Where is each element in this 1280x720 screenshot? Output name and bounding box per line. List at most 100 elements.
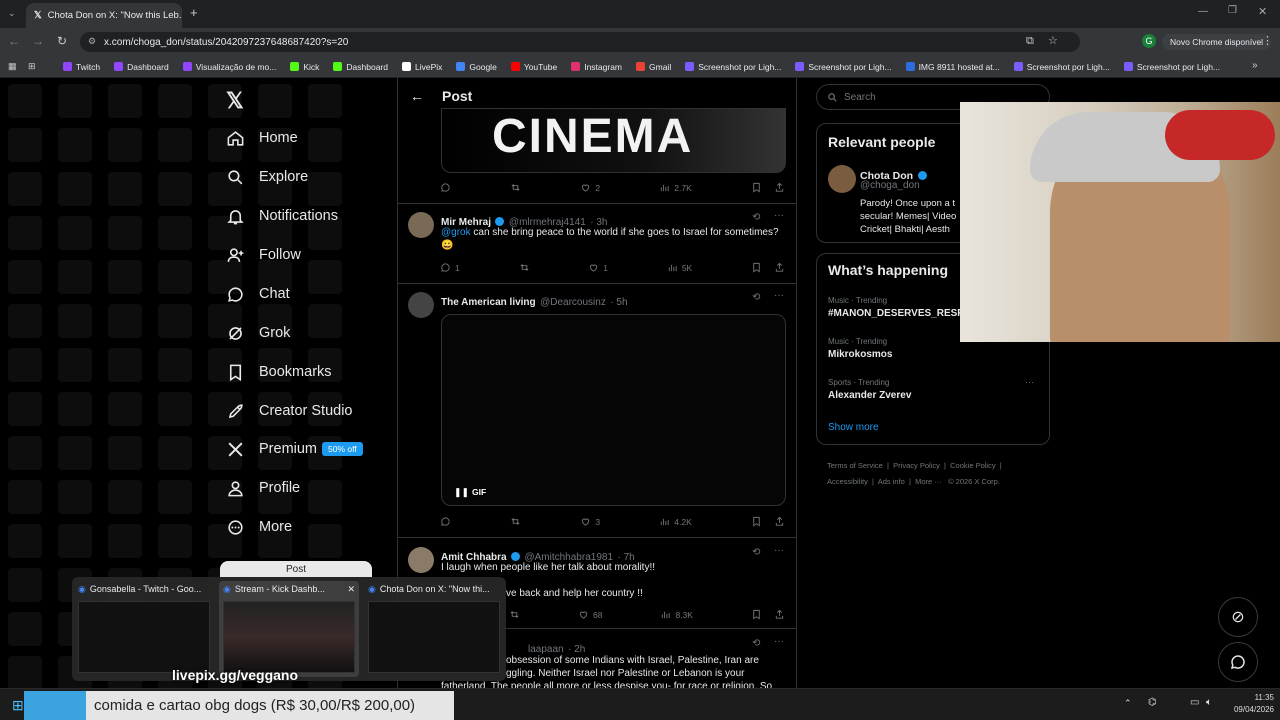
bookmark-item[interactable]: Gmail xyxy=(629,62,678,72)
avatar[interactable] xyxy=(408,547,434,573)
nav-item-more[interactable]: More xyxy=(226,515,292,539)
author-name[interactable]: The American living xyxy=(441,297,536,308)
back-icon[interactable]: ← xyxy=(8,34,20,48)
active-tab[interactable]: 𝕏 Chota Don on X: "Now this Leb... ✕ xyxy=(26,3,182,28)
apps-icon[interactable]: ▦ xyxy=(8,61,17,72)
bookmark-item[interactable]: Screenshot por Ligh... xyxy=(788,62,898,72)
more-bookmarks-icon[interactable]: » xyxy=(1252,60,1258,71)
trend-item[interactable]: Music · Trending #MANON_DESERVES_RESP xyxy=(828,296,964,319)
grok-icon[interactable]: ⟲ xyxy=(752,212,760,223)
nav-item-notifications[interactable]: Notifications xyxy=(226,204,338,228)
media-image[interactable]: CINEMA xyxy=(441,108,786,173)
avatar[interactable] xyxy=(828,165,856,193)
back-arrow-icon[interactable]: ← xyxy=(410,88,424,104)
more-options-icon[interactable]: ··· xyxy=(774,545,784,556)
repost-button[interactable] xyxy=(510,182,521,193)
trend-item[interactable]: Sports · Trending Alexander Zverev xyxy=(828,378,911,401)
gif-media[interactable]: ❚❚ GIF xyxy=(441,314,786,506)
nav-item-follow[interactable]: Follow xyxy=(226,243,301,267)
footer-link[interactable]: Ads info xyxy=(878,477,905,486)
footer-link[interactable]: Accessibility xyxy=(827,477,868,486)
messages-fab[interactable] xyxy=(1218,642,1258,682)
reload-icon[interactable]: ↻ xyxy=(57,34,67,48)
more-options-icon[interactable]: ··· xyxy=(774,210,784,221)
repost-button[interactable] xyxy=(509,609,520,620)
site-info-icon[interactable]: ⚙ xyxy=(88,36,96,47)
nav-item-creator-studio[interactable]: Creator Studio xyxy=(226,399,353,423)
views-button[interactable]: 2.7K xyxy=(659,182,692,193)
person-handle[interactable]: @choga_don xyxy=(860,180,920,191)
nav-item-explore[interactable]: Explore xyxy=(226,165,308,189)
footer-link[interactable]: Cookie Policy xyxy=(950,461,995,470)
clock-date[interactable]: 09/04/2026 xyxy=(1224,705,1274,714)
bookmark-item[interactable]: YouTube xyxy=(504,62,564,72)
x-logo-icon[interactable]: 𝕏 xyxy=(226,88,244,114)
share-icon[interactable] xyxy=(774,609,785,620)
share-icon[interactable] xyxy=(774,182,785,193)
bookmark-icon[interactable] xyxy=(751,609,762,620)
share-icon[interactable] xyxy=(774,516,785,527)
network-icon[interactable]: ⌬ xyxy=(1148,697,1157,708)
reply-tweet[interactable]: Mir Mehraj @mlrmehraj4141 · 3h ⟲ ··· @gr… xyxy=(398,204,796,284)
bookmark-item[interactable]: Screenshot por Ligh... xyxy=(678,62,788,72)
tab-list-icon[interactable]: ⌄ xyxy=(8,8,16,19)
like-button[interactable]: 2 xyxy=(580,182,600,193)
grid-icon[interactable]: ⊞ xyxy=(28,61,36,72)
address-bar[interactable]: ⚙ x.com/choga_don/status/204209723764868… xyxy=(80,32,1080,52)
profile-avatar[interactable]: G xyxy=(1142,34,1156,48)
views-button[interactable]: 4.2K xyxy=(659,516,692,527)
footer-link[interactable]: More ··· xyxy=(915,477,942,486)
grok-icon[interactable]: ⟲ xyxy=(752,547,760,558)
nav-item-grok[interactable]: Grok xyxy=(226,321,290,345)
bookmark-item[interactable]: IMG 8911 hosted at... xyxy=(899,62,1007,72)
window-preview[interactable]: ◉ Chota Don on X: "Now thi... xyxy=(364,581,504,677)
show-more-link[interactable]: Show more xyxy=(828,422,879,433)
clock-time[interactable]: 11:35 xyxy=(1238,693,1274,702)
mention-link[interactable]: @grok xyxy=(441,227,471,238)
nav-item-profile[interactable]: Profile xyxy=(226,476,300,500)
bookmark-item[interactable]: Screenshot por Ligh... xyxy=(1117,62,1227,72)
bookmark-star-icon[interactable]: ☆ xyxy=(1048,34,1058,47)
nav-item-premium[interactable]: Premium xyxy=(226,437,317,461)
repost-button[interactable] xyxy=(510,516,521,527)
wifi-icon[interactable]: ▭ xyxy=(1190,697,1199,708)
bookmark-item[interactable]: Instagram xyxy=(564,62,629,72)
share-icon[interactable] xyxy=(774,262,785,273)
volume-icon[interactable]: 🔈︎ xyxy=(1206,697,1212,708)
install-icon[interactable]: ⧉ xyxy=(1026,35,1034,48)
views-button[interactable]: 8.3K xyxy=(660,609,693,620)
avatar[interactable] xyxy=(408,212,434,238)
bookmark-item[interactable]: LivePix xyxy=(395,62,449,72)
bookmark-item[interactable]: Dashboard xyxy=(107,62,176,72)
bookmark-item[interactable]: Screenshot por Ligh... xyxy=(1007,62,1117,72)
tweet-time[interactable]: · 5h xyxy=(610,297,627,308)
author-handle[interactable]: @Dearcousinz xyxy=(540,297,606,308)
bookmark-icon[interactable] xyxy=(751,516,762,527)
nav-item-chat[interactable]: Chat xyxy=(226,282,290,306)
nav-item-bookmarks[interactable]: Bookmarks xyxy=(226,360,332,384)
grok-icon[interactable]: ⟲ xyxy=(752,292,760,303)
bookmark-icon[interactable] xyxy=(751,182,762,193)
trend-item[interactable]: Music · Trending Mikrokosmos xyxy=(828,337,892,360)
close-window-icon[interactable]: ✕ xyxy=(1258,5,1267,18)
window-preview[interactable]: ◉ Gonsabella - Twitch - Goo... xyxy=(74,581,214,677)
bookmark-item[interactable]: Kick xyxy=(283,62,326,72)
post-button-partial[interactable]: Post xyxy=(220,561,372,577)
more-options-icon[interactable]: ··· xyxy=(774,290,784,301)
more-options-icon[interactable]: ··· xyxy=(774,636,784,647)
repost-button[interactable] xyxy=(519,262,530,273)
chrome-update-button[interactable]: Novo Chrome disponível xyxy=(1162,34,1272,50)
like-button[interactable]: 3 xyxy=(580,516,600,527)
avatar[interactable] xyxy=(408,292,434,318)
minimize-icon[interactable]: — xyxy=(1198,6,1208,17)
footer-link[interactable]: Terms of Service xyxy=(827,461,883,470)
grok-fab[interactable]: ⊘ xyxy=(1218,597,1258,637)
close-icon[interactable]: ✕ xyxy=(347,584,359,595)
bookmark-item[interactable]: Twitch xyxy=(56,62,107,72)
like-button[interactable]: 68 xyxy=(578,609,602,620)
bookmark-item[interactable]: Google xyxy=(449,62,503,72)
views-button[interactable]: 5K xyxy=(667,262,692,273)
maximize-icon[interactable]: ❐ xyxy=(1228,5,1237,16)
bookmark-item[interactable]: Visualização de mo... xyxy=(176,62,284,72)
bookmark-icon[interactable] xyxy=(751,262,762,273)
